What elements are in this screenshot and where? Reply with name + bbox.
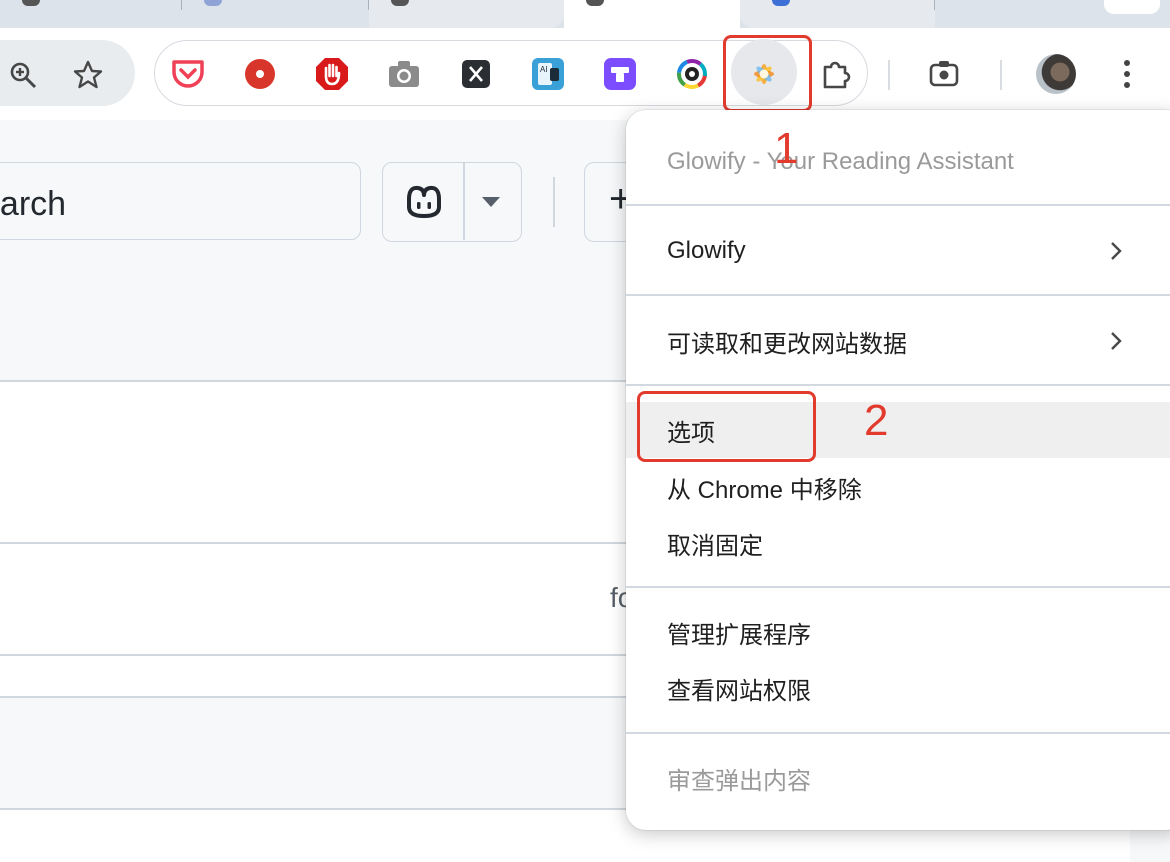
new-tab-button[interactable]: [1104, 0, 1160, 14]
screenshot-icon[interactable]: [926, 56, 962, 92]
tab-3[interactable]: [369, 0, 564, 28]
toolbar-separator: [1000, 60, 1002, 90]
annotation-box-2: [637, 391, 816, 462]
search-input[interactable]: earch: [0, 162, 361, 240]
toolbar-separator: [888, 60, 890, 90]
extensions-puzzle-icon[interactable]: [818, 56, 854, 92]
menu-item-manage-extensions[interactable]: 管理扩展程序: [626, 604, 1170, 660]
tab-favicon-icon: [22, 0, 40, 6]
search-text: earch: [0, 185, 67, 223]
menu-divider: [626, 586, 1170, 588]
menu-divider: [626, 204, 1170, 206]
x-app-icon[interactable]: [458, 56, 494, 92]
menu-divider: [626, 732, 1170, 734]
menu-item-unpin[interactable]: 取消固定: [626, 515, 1170, 571]
tab-favicon-icon: [772, 0, 790, 6]
tab-strip: [0, 0, 1170, 28]
annotation-number-2: 2: [864, 396, 889, 445]
menu-header-extension-name: Glowify - Your Reading Assistant: [626, 134, 1170, 190]
tab-favicon-icon: [204, 0, 222, 6]
color-ring-icon[interactable]: [674, 56, 710, 92]
extension-context-menu: Glowify - Your Reading Assistant Glowify…: [626, 110, 1170, 830]
menu-item-label: Glowify: [667, 237, 746, 264]
menu-item-view-site-permissions[interactable]: 查看网站权限: [626, 660, 1170, 716]
copilot-icon: [407, 185, 441, 218]
bookmark-star-icon[interactable]: [73, 60, 103, 90]
menu-item-label: 查看网站权限: [667, 677, 811, 705]
chevron-right-icon: [1111, 332, 1122, 350]
menu-item-inspect-popup: 审查弹出内容: [626, 750, 1170, 806]
menu-header-label: Glowify - Your Reading Assistant: [667, 148, 1014, 175]
annotation-number-1: 1: [774, 124, 799, 173]
menu-item-label: 可读取和更改网站数据: [667, 330, 907, 358]
camera-icon[interactable]: [386, 56, 422, 92]
button-divider: [463, 163, 465, 240]
caret-down-icon[interactable]: [482, 197, 500, 207]
menu-divider: [626, 384, 1170, 386]
zoom-icon[interactable]: [8, 60, 38, 90]
more-menu-icon[interactable]: [1117, 56, 1137, 92]
menu-item-label: 从 Chrome 中移除: [667, 476, 862, 504]
menu-item-remove-from-chrome[interactable]: 从 Chrome 中移除: [626, 459, 1170, 515]
tab-2[interactable]: [182, 0, 367, 28]
svg-text:AI: AI: [540, 65, 548, 74]
menu-divider: [626, 294, 1170, 296]
menu-item-site-access[interactable]: 可读取和更改网站数据: [626, 313, 1170, 369]
menu-item-glowify[interactable]: Glowify: [626, 223, 1170, 279]
tab-separator: [934, 0, 935, 10]
adblock-icon[interactable]: [314, 56, 350, 92]
chevron-right-icon: [1111, 242, 1122, 260]
tab-favicon-icon: [391, 0, 409, 6]
tab-favicon-icon: [586, 0, 604, 6]
menu-item-label: 管理扩展程序: [667, 621, 811, 649]
ai-tool-icon[interactable]: AI: [530, 56, 566, 92]
profile-avatar[interactable]: [1036, 54, 1076, 94]
menu-item-label: 取消固定: [667, 532, 763, 560]
tab-active[interactable]: [564, 0, 740, 28]
annotation-box-1: [723, 35, 812, 112]
menu-item-label: 审查弹出内容: [667, 767, 811, 795]
tab-5[interactable]: [740, 0, 935, 28]
pocket-icon[interactable]: [170, 56, 206, 92]
record-icon[interactable]: [242, 56, 278, 92]
tab-1[interactable]: [0, 0, 180, 28]
header-divider: [553, 177, 555, 227]
copilot-button[interactable]: [382, 162, 522, 242]
purple-app-icon[interactable]: [602, 56, 638, 92]
